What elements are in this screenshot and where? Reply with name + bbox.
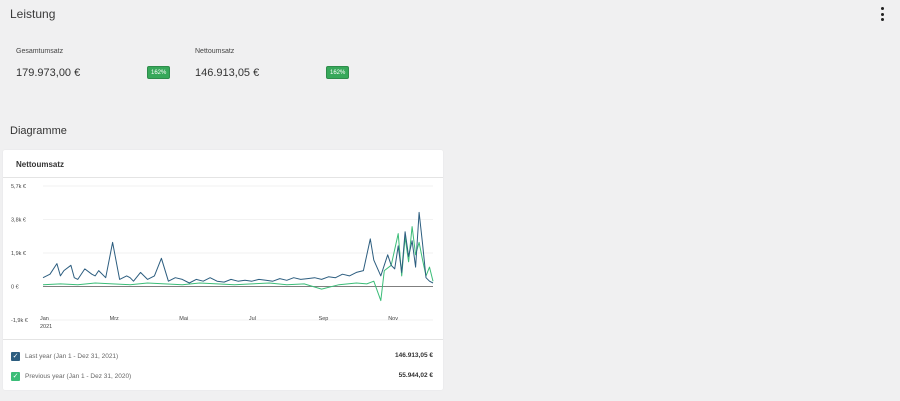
x-tick-label: Mrz [110,316,119,322]
checkbox-checked-icon[interactable]: ✓ [11,352,20,361]
kpi-gross-value: 179.973,00 € [16,67,81,79]
y-tick-label: 3,8k € [11,218,26,224]
chart-card-title: Nettoumsatz [16,160,65,169]
legend-label: Last year (Jan 1 - Dez 31, 2021) [25,353,119,360]
x-tick-label: Jan [40,316,49,322]
kpi-net-label: Nettoumsatz [195,48,235,55]
kpi-gross-label: Gesamtumsatz [16,48,64,55]
kpi-gross-badge: 162% [147,66,171,79]
legend-value: 146.913,05 € [395,352,433,359]
x-axis-year-label: 2021 [40,324,52,330]
y-tick-label: 0 € [11,285,19,291]
legend-value: 55.944,02 € [398,372,433,379]
y-tick-label: -1,9k € [11,318,28,324]
checkbox-checked-icon[interactable]: ✓ [11,372,20,381]
legend-item-previous-year[interactable]: ✓ Previous year (Jan 1 - Dez 31, 2020) [11,372,131,381]
card-divider [3,339,443,340]
dot [880,18,884,21]
kpi-net-value: 146.913,05 € [195,67,260,79]
page-title: Leistung [10,7,56,21]
legend-item-last-year[interactable]: ✓ Last year (Jan 1 - Dez 31, 2021) [11,352,118,361]
more-options-icon[interactable] [876,7,888,21]
chart-card: Nettoumsatz 5,7k € 3,8k € 1,9k € 0 € -1,9k €… [3,150,443,390]
line-chart: 5,7k € 3,8k € 1,9k € 0 € -1,9k € Jan Mrz Mai Jul… [11,184,434,330]
y-tick-label: 5,7k € [11,184,26,190]
series-line-previous-year [42,226,434,302]
legend-label: Previous year (Jan 1 - Dez 31, 2020) [25,373,132,380]
dot [880,12,884,16]
x-tick-label: Mai [179,316,188,322]
x-tick-label: Sep [319,316,329,322]
x-tick-label: Nov [388,316,398,322]
y-tick-label: 1,9k € [11,251,26,257]
dot [880,7,884,10]
section-title-charts: Diagramme [10,125,67,137]
kpi-net-badge: 162% [326,66,350,79]
x-tick-label: Jul [249,316,256,322]
series-line-last-year [42,211,434,284]
